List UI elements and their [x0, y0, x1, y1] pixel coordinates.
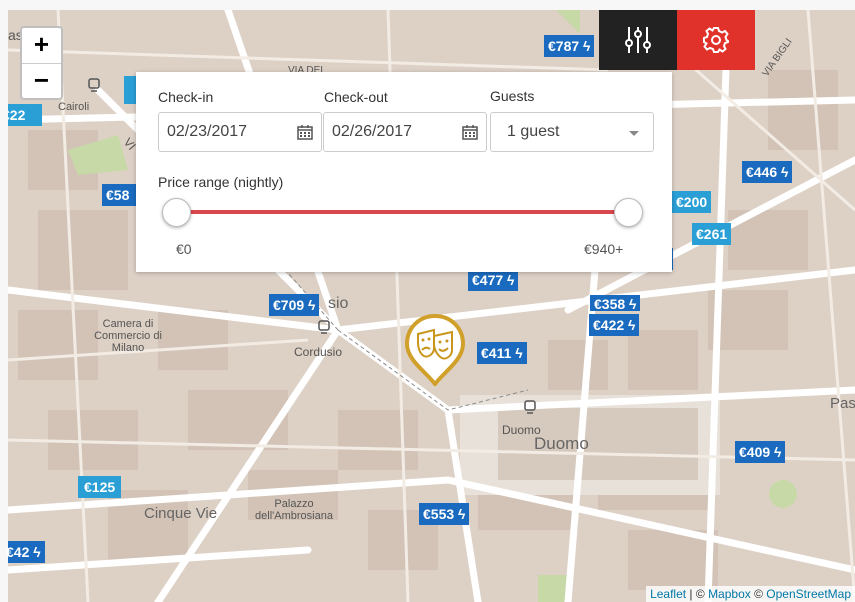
mapbox-link[interactable]: Mapbox [708, 587, 751, 601]
place-label-pas: Pas [830, 395, 855, 412]
place-label-sio: sio [328, 295, 349, 312]
pin-label: €200 [676, 194, 708, 210]
pin-label: €709 [273, 297, 305, 313]
pin-label: €409 [739, 444, 771, 460]
guests-label: Guests [490, 88, 535, 104]
chevron-down-icon [629, 131, 639, 136]
place-label-camera: Camera di Commercio di Milano [94, 318, 162, 354]
leaflet-link[interactable]: Leaflet [650, 587, 686, 601]
metro-icon [524, 400, 536, 414]
pin-label: €422 [593, 317, 625, 333]
price-min-handle[interactable] [162, 198, 191, 227]
checkin-field[interactable]: 02/23/2017 [158, 112, 322, 152]
zoom-control: + − [20, 26, 63, 100]
calendar-icon [297, 125, 313, 140]
pin-label: €553 [423, 506, 455, 522]
place-label-duomo: Duomo [534, 434, 589, 453]
price-pin[interactable]: €553 ϟ [419, 503, 470, 525]
price-min-value: €0 [176, 241, 192, 257]
checkout-value: 02/26/2017 [332, 123, 413, 140]
checkout-label: Check-out [324, 89, 388, 105]
pin-label: €446 [746, 164, 778, 180]
osm-link[interactable]: OpenStreetMap [766, 587, 851, 601]
checkin-label: Check-in [158, 89, 214, 105]
price-pin[interactable]: €42 ϟ [6, 541, 45, 563]
filter-button[interactable] [599, 10, 677, 70]
gear-icon [703, 27, 729, 53]
map-attribution: Leaflet | © Mapbox © OpenStreetMap [646, 586, 855, 602]
guests-value: 1 guest [507, 123, 560, 140]
price-pin[interactable]: €125 [78, 476, 122, 498]
place-label-palazzo: Palazzo dell'Ambrosiana [255, 498, 333, 522]
price-pin[interactable]: €200 [672, 191, 712, 213]
settings-button[interactable] [677, 10, 755, 70]
theatre-marker-icon[interactable] [404, 314, 466, 386]
place-label-cinque-vie: Cinque Vie [144, 505, 218, 522]
price-pin[interactable]: €411 ϟ [477, 342, 527, 364]
price-pin[interactable]: €422 ϟ [589, 314, 640, 336]
pin-label: €358 [594, 296, 626, 311]
place-label-cairoli: Cairoli [58, 101, 90, 113]
metro-icon [318, 320, 330, 334]
price-pin[interactable]: €477 ϟ [468, 269, 519, 291]
price-max-value: €940+ [584, 241, 624, 257]
attribution-separator: © [750, 587, 767, 601]
price-pin[interactable]: €709 ϟ [269, 294, 320, 316]
price-pin[interactable]: €261 [692, 223, 732, 245]
price-pin[interactable]: €409 ϟ [735, 441, 786, 463]
search-panel: Check-in Check-out Guests 02/23/2017 02/… [136, 72, 672, 272]
zoom-out-button[interactable]: − [22, 64, 61, 99]
pin-label: €58 [106, 187, 130, 203]
price-max-handle[interactable] [614, 198, 643, 227]
price-pin[interactable]: €787 ϟ [544, 35, 595, 57]
guests-select[interactable]: 1 guest [490, 112, 654, 152]
attribution-separator: | © [686, 587, 709, 601]
metro-icon [88, 78, 100, 92]
sliders-icon [625, 27, 651, 53]
price-range-label: Price range (nightly) [158, 174, 284, 190]
pin-label: €22 [8, 107, 26, 123]
price-pin[interactable]: €358 ϟ [590, 295, 641, 311]
pin-label: €477 [472, 272, 504, 288]
calendar-icon [462, 125, 478, 140]
price-pin[interactable]: €446 ϟ [742, 161, 793, 183]
checkout-field[interactable]: 02/26/2017 [323, 112, 487, 152]
pin-label: €787 [548, 38, 580, 54]
pin-label: €411 [481, 345, 512, 361]
place-label-cordusio: Cordusio [294, 345, 343, 359]
checkin-value: 02/23/2017 [167, 123, 248, 140]
pin-label: €42 [6, 544, 30, 560]
zoom-in-button[interactable]: + [22, 28, 61, 64]
price-pin[interactable]: €22 [8, 104, 42, 126]
pin-label: €261 [696, 226, 728, 242]
pin-label: €125 [84, 479, 116, 495]
price-range-track[interactable] [176, 210, 628, 214]
